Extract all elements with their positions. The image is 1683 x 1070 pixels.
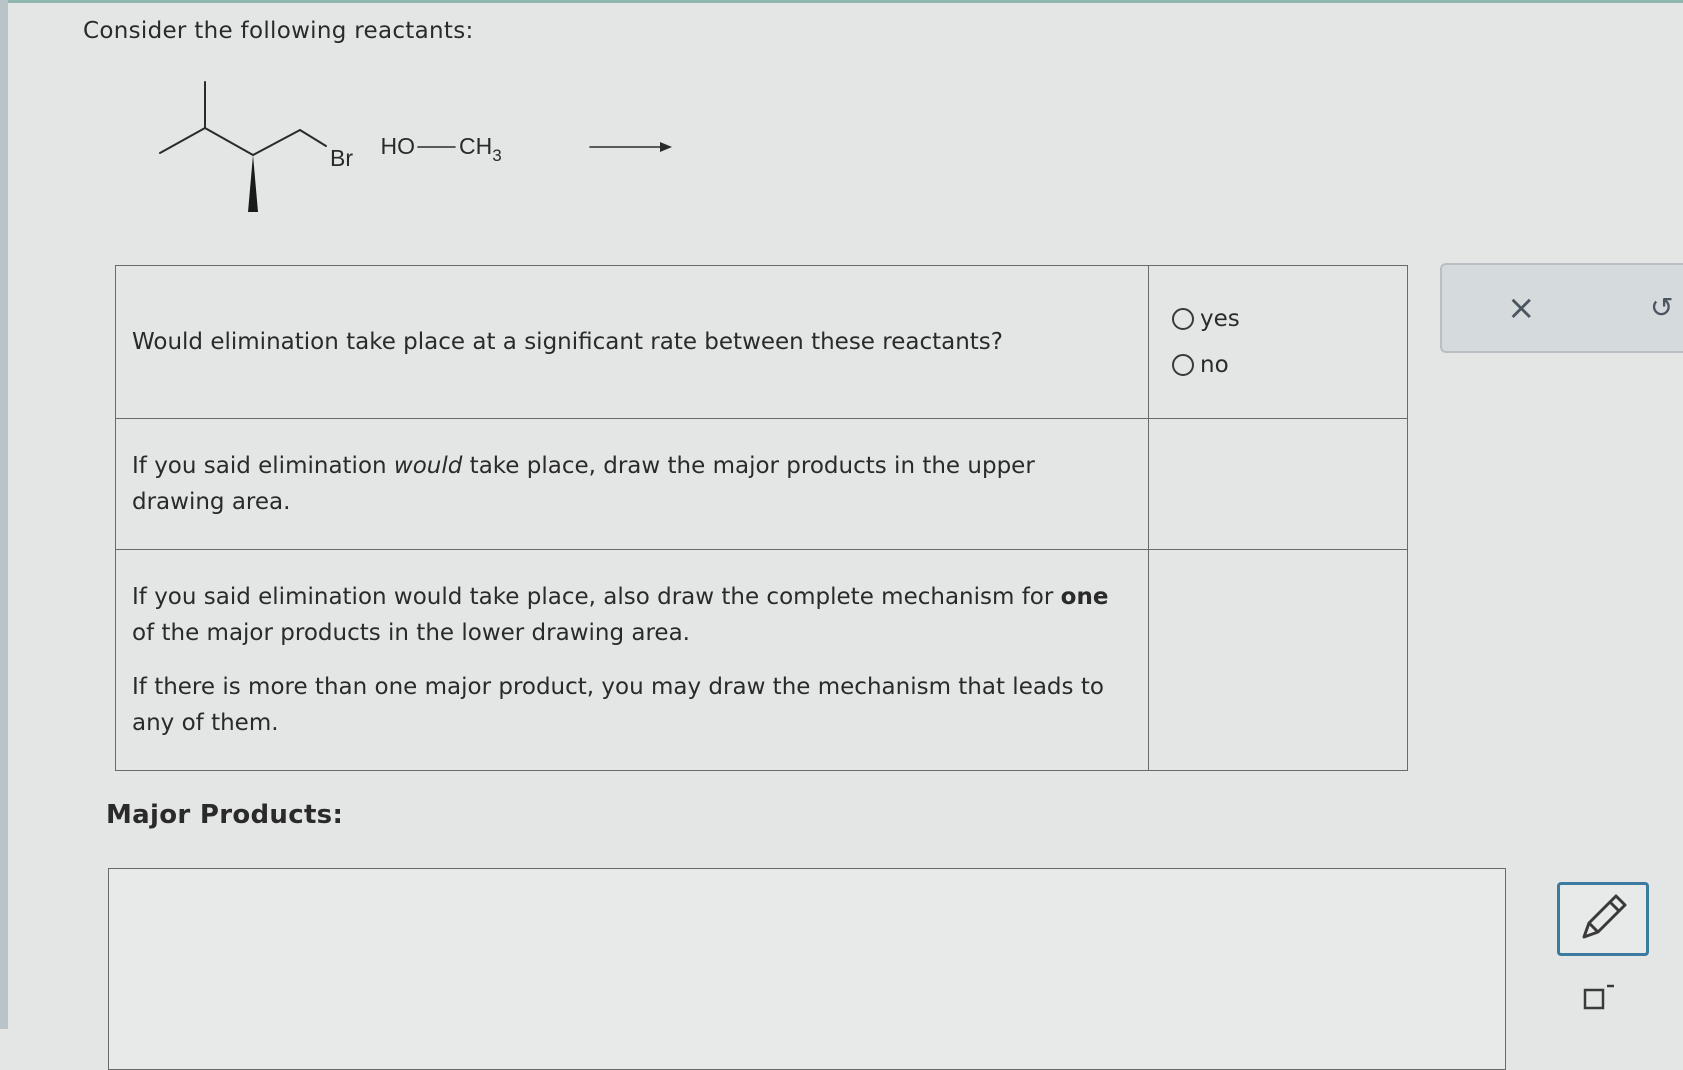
answer-cell: yes no — [1148, 265, 1408, 419]
radio-circle-icon[interactable] — [1172, 354, 1194, 376]
question-cell: If you said elimination would take place… — [115, 549, 1149, 771]
bromine-label: Br — [330, 145, 353, 171]
answer-cell — [1148, 549, 1408, 771]
wedge-bond — [248, 155, 258, 212]
answer-cell — [1148, 418, 1408, 550]
bond — [299, 129, 327, 147]
radio-yes[interactable]: yes — [1172, 306, 1406, 332]
question-cell: If you said elimination would take place… — [115, 418, 1149, 550]
question-table: Would elimination take place at a signif… — [115, 265, 1408, 771]
bond — [159, 127, 206, 154]
radio-no[interactable]: no — [1172, 352, 1406, 378]
question-row: If you said elimination would take place… — [115, 549, 1408, 771]
question-row: Would elimination take place at a signif… — [115, 265, 1408, 419]
pencil-button[interactable] — [1557, 882, 1649, 956]
bond — [252, 129, 301, 156]
top-accent-line — [0, 0, 1683, 3]
instruction-paragraph: If you said elimination would take place… — [132, 584, 1109, 646]
question-row: If you said elimination would take place… — [115, 418, 1408, 550]
undo-icon[interactable]: ↺ — [1650, 291, 1673, 324]
action-panel — [1440, 263, 1683, 353]
radio-yes-label: yes — [1200, 306, 1240, 332]
close-icon[interactable]: × — [1507, 288, 1536, 328]
radio-circle-icon[interactable] — [1172, 308, 1194, 330]
reaction-scheme: Br HO CH3 — [159, 81, 672, 212]
major-products-drawing-area[interactable] — [108, 868, 1506, 1070]
arrow-head — [660, 142, 672, 152]
intro-text: Consider the following reactants: — [83, 18, 474, 44]
radio-no-label: no — [1200, 352, 1229, 378]
reagent-ch3: CH3 — [459, 133, 502, 165]
question-cell: Would elimination take place at a signif… — [115, 265, 1149, 419]
major-products-label: Major Products: — [106, 800, 344, 830]
eraser-icon[interactable] — [1583, 982, 1617, 1012]
left-edge — [0, 0, 8, 1029]
instruction-paragraph: If there is more than one major product,… — [132, 674, 1104, 736]
pencil-icon — [1582, 894, 1627, 939]
reagent-ho: HO — [381, 133, 416, 159]
bond — [204, 127, 254, 156]
